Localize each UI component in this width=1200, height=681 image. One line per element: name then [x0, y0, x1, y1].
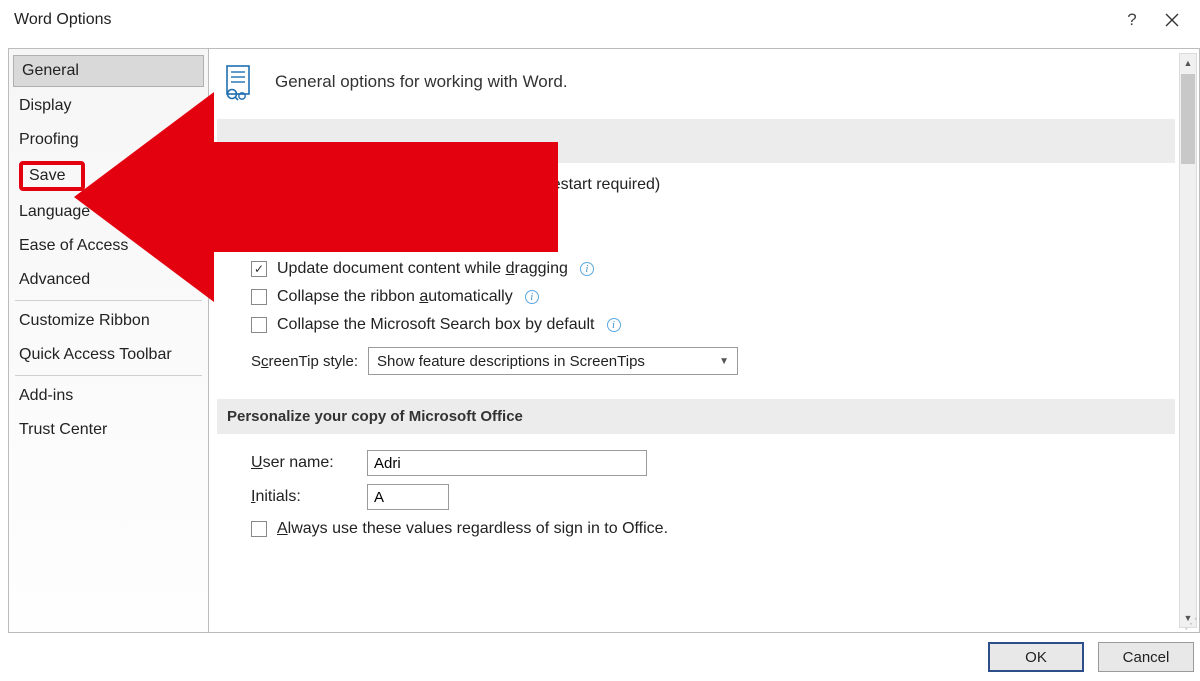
sidebar-item-quick-access-toolbar[interactable]: Quick Access Toolbar	[9, 338, 208, 372]
checkbox-icon	[251, 317, 267, 333]
options-dialog-body: General Display Proofing Save Language E…	[8, 48, 1200, 633]
info-icon[interactable]: i	[580, 262, 594, 276]
sidebar-item-add-ins[interactable]: Add-ins	[9, 379, 208, 413]
info-icon[interactable]: i	[607, 318, 621, 332]
chevron-down-icon: ▼	[719, 356, 729, 367]
checkbox-icon	[251, 521, 267, 537]
screentip-style-dropdown[interactable]: Show feature descriptions in ScreenTips …	[368, 347, 738, 375]
option-always-use-values[interactable]: Always use these values regardless of si…	[251, 514, 1169, 543]
checkbox-icon	[251, 233, 267, 249]
option-label: Update document content while dragging	[277, 260, 568, 278]
info-icon[interactable]: i	[525, 290, 539, 304]
cancel-button[interactable]: Cancel	[1098, 642, 1194, 672]
sidebar-item-display[interactable]: Display	[9, 89, 208, 123]
option-label: Enable Live Preview	[277, 232, 422, 250]
option-label: Always use these values regardless of si…	[277, 520, 668, 538]
option-collapse-search[interactable]: Collapse the Microsoft Search box by def…	[251, 311, 1169, 339]
option-optimize-compatibility[interactable]: Optimize for compatibility (application …	[251, 171, 1169, 199]
content-pane: General options for working with Word. O…	[209, 49, 1199, 632]
title-bar: Word Options ?	[0, 0, 1200, 40]
category-sidebar: General Display Proofing Save Language E…	[9, 49, 209, 632]
screentip-label-text: ScreenTip style:	[251, 353, 358, 370]
dropdown-value: Show feature descriptions in ScreenTips	[377, 353, 645, 370]
info-icon[interactable]: i	[509, 206, 523, 220]
section-personalize-header: Personalize your copy of Microsoft Offic…	[217, 399, 1175, 434]
close-icon[interactable]	[1152, 0, 1192, 40]
checkbox-icon	[251, 205, 267, 221]
username-input[interactable]	[367, 450, 647, 476]
checkbox-icon	[251, 261, 267, 277]
checkbox-icon	[251, 289, 267, 305]
sidebar-item-save[interactable]: Save	[19, 161, 85, 191]
help-icon[interactable]: ?	[1112, 0, 1152, 40]
page-heading: General options for working with Word.	[275, 72, 568, 92]
sidebar-item-ease-of-access[interactable]: Ease of Access	[9, 229, 208, 263]
sidebar-item-trust-center[interactable]: Trust Center	[9, 413, 208, 447]
sidebar-item-customize-ribbon[interactable]: Customize Ribbon	[9, 304, 208, 338]
sidebar-item-advanced[interactable]: Advanced	[9, 263, 208, 297]
section-band-ui-options	[217, 119, 1175, 163]
option-label: Collapse the ribbon automatically	[277, 288, 513, 306]
option-label: Show Mini Toolbar on selection	[277, 204, 497, 222]
sidebar-item-language[interactable]: Language	[9, 195, 208, 229]
general-options-icon	[223, 63, 261, 101]
scroll-thumb[interactable]	[1181, 74, 1195, 164]
initials-input[interactable]	[367, 484, 449, 510]
initials-label: Initials:	[251, 488, 355, 506]
scroll-up-icon[interactable]: ▲	[1180, 54, 1196, 72]
ok-button[interactable]: OK	[988, 642, 1084, 672]
info-icon[interactable]: i	[434, 234, 448, 248]
option-show-mini-toolbar[interactable]: Show Mini Toolbar on selection i	[251, 199, 1169, 227]
resize-grip-icon[interactable]: ⋰	[1184, 619, 1198, 633]
radio-icon	[251, 177, 267, 193]
username-label: User name:	[251, 454, 355, 472]
sidebar-item-proofing[interactable]: Proofing	[9, 123, 208, 157]
dialog-footer: OK Cancel	[988, 637, 1194, 677]
option-label: Collapse the Microsoft Search box by def…	[277, 316, 595, 334]
option-update-while-dragging[interactable]: Update document content while dragging i	[251, 255, 1169, 283]
dialog-title: Word Options	[14, 11, 112, 29]
option-collapse-ribbon-auto[interactable]: Collapse the ribbon automatically i	[251, 283, 1169, 311]
option-enable-live-preview[interactable]: Enable Live Preview i	[251, 227, 1169, 255]
option-label: Optimize for compatibility (application …	[277, 176, 660, 194]
vertical-scrollbar[interactable]: ▲ ▼	[1179, 53, 1197, 628]
sidebar-item-general[interactable]: General	[13, 55, 204, 87]
